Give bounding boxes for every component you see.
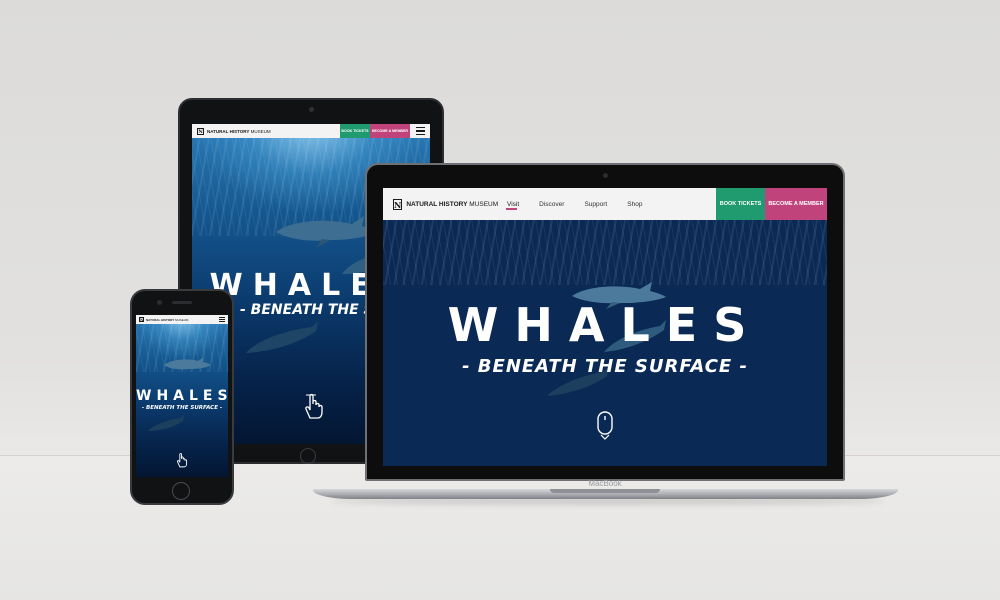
nav-item-visit[interactable]: Visit — [507, 201, 519, 208]
museum-logo-text: NATURAL HISTORY MUSEUM — [207, 128, 271, 134]
museum-logo[interactable]: N NATURAL HISTORY MUSEUM — [136, 315, 216, 324]
museum-logo[interactable]: N NATURAL HISTORY MUSEUM — [383, 188, 499, 220]
hero-subtitle: - BENEATH THE SURFACE - — [141, 405, 223, 411]
mouse-scroll-icon[interactable] — [596, 410, 614, 440]
laptop-screen: WHALES - BENEATH THE SURFACE - N NATURAL… — [383, 188, 827, 466]
hamburger-icon[interactable] — [216, 315, 228, 324]
museum-logo-mark: N — [197, 127, 204, 135]
hamburger-icon[interactable] — [410, 124, 430, 138]
phone-home-button — [172, 482, 190, 500]
laptop-camera — [603, 173, 608, 178]
hero-title: WHALES — [136, 388, 228, 404]
nav-item-shop[interactable]: Shop — [627, 201, 642, 208]
museum-logo-text: NATURAL HISTORY MUSEUM — [406, 200, 499, 208]
nav-item-discover[interactable]: Discover — [539, 201, 564, 208]
nav-item-support[interactable]: Support — [584, 201, 607, 208]
phone-screen: WHALES - BENEATH THE SURFACE - N NATURAL… — [136, 315, 228, 477]
dolphin-image — [148, 415, 184, 431]
nav-active-underline — [506, 208, 517, 210]
become-member-button[interactable]: BECOME A MEMBER — [765, 188, 827, 220]
phone-navbar: N NATURAL HISTORY MUSEUM — [136, 315, 228, 324]
laptop-navbar: N NATURAL HISTORY MUSEUM Visit Discover … — [383, 188, 827, 220]
touch-swipe-icon — [305, 393, 323, 419]
laptop-notch — [550, 489, 660, 493]
become-member-button[interactable]: BECOME A MEMBER — [370, 124, 410, 138]
phone-speaker — [172, 301, 192, 304]
tablet-navbar: N NATURAL HISTORY MUSEUM BOOK TICKETS BE… — [192, 124, 430, 138]
museum-logo-mark: N — [393, 198, 403, 210]
dolphin-image — [246, 321, 318, 353]
hero-title: WHALES — [447, 298, 763, 352]
book-tickets-button[interactable]: BOOK TICKETS — [716, 188, 765, 220]
dolphin-image — [164, 357, 211, 370]
museum-logo[interactable]: N NATURAL HISTORY MUSEUM — [192, 124, 340, 138]
main-nav: Visit Discover Support Shop — [495, 188, 716, 220]
museum-logo-text: NATURAL HISTORY MUSEUM — [146, 317, 189, 322]
tablet-camera — [309, 107, 314, 112]
tablet-home-button — [300, 448, 316, 464]
museum-logo-mark: N — [139, 317, 144, 322]
book-tickets-button[interactable]: BOOK TICKETS — [340, 124, 370, 138]
phone-camera — [157, 300, 162, 305]
touch-swipe-icon — [176, 453, 188, 468]
hero-subtitle: - BENEATH THE SURFACE - — [462, 356, 748, 377]
